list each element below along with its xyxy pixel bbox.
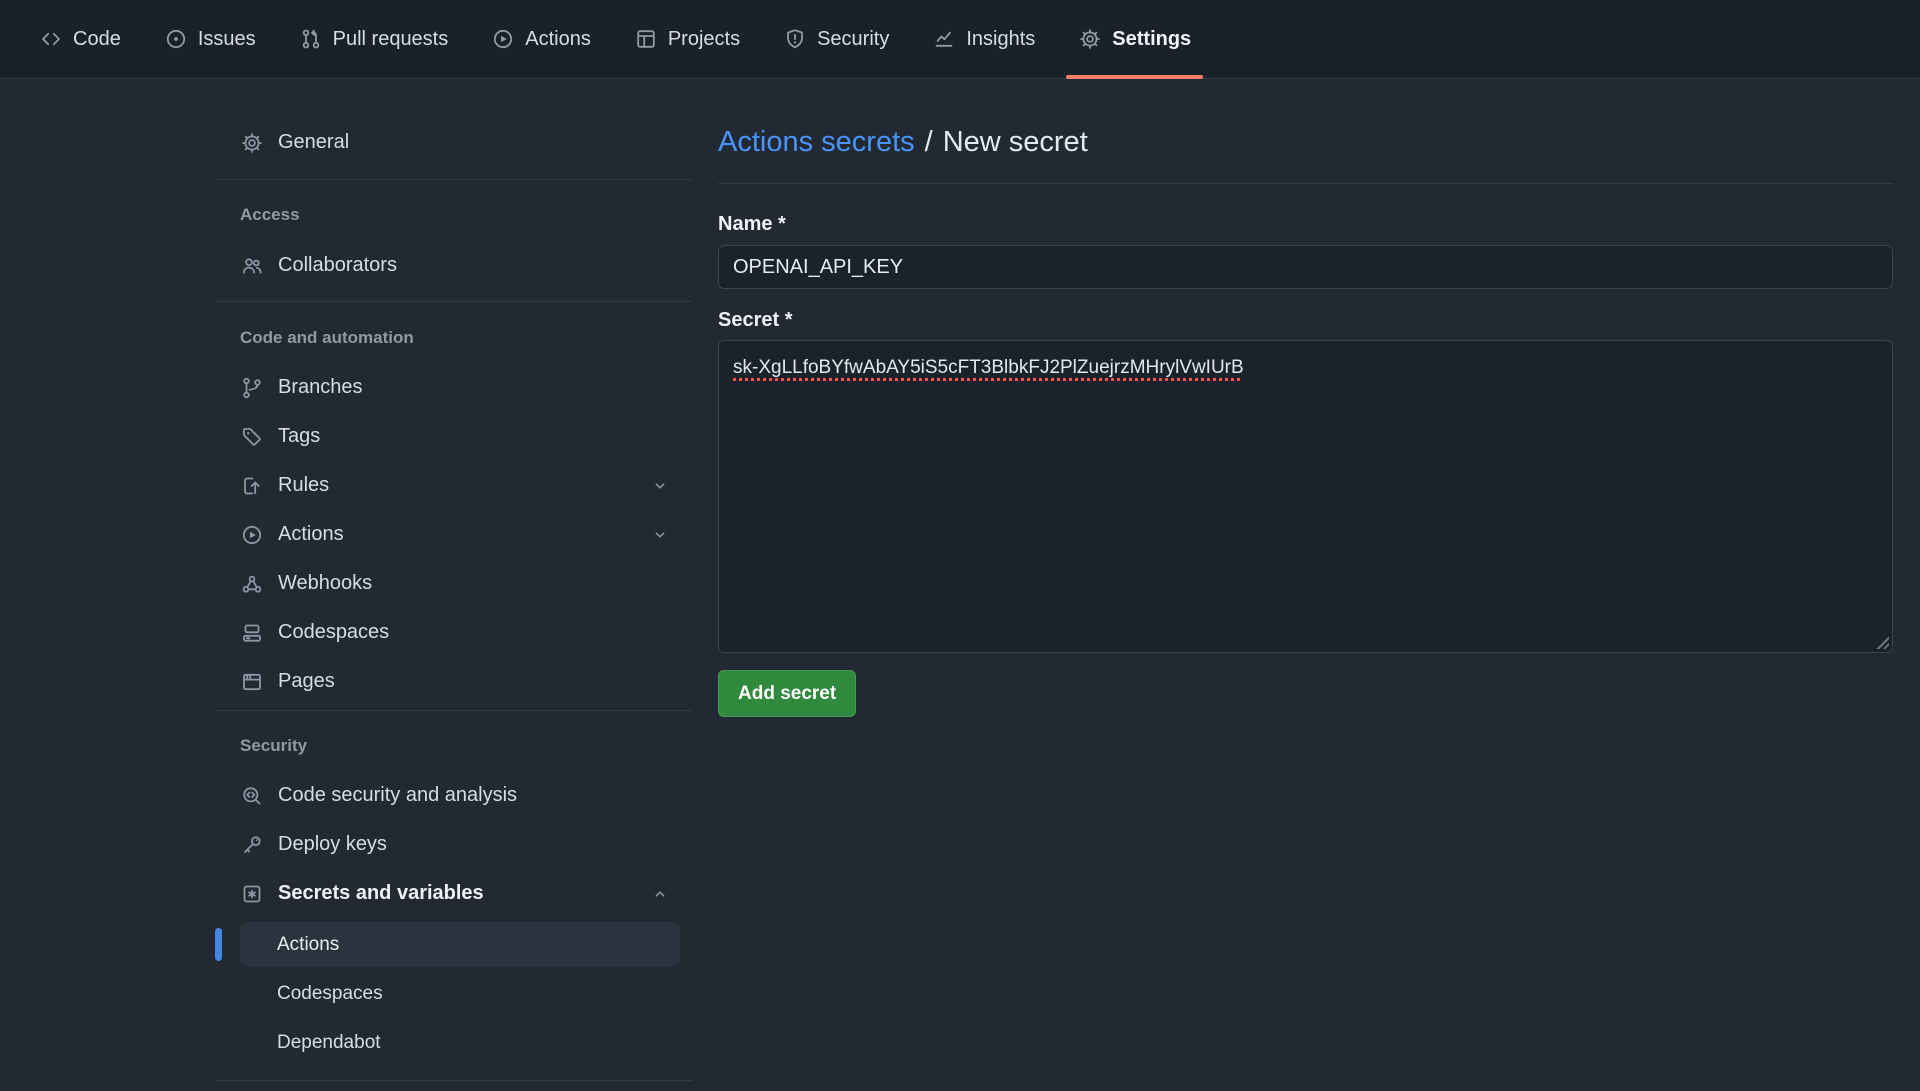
sidebar-section-access: Access: [215, 205, 692, 225]
asterisk-box-icon: [240, 882, 264, 906]
secret-name-input[interactable]: [718, 245, 1893, 289]
sidebar-item-label: Actions: [277, 934, 339, 956]
chevron-up-icon: [650, 884, 670, 904]
sidebar-item-tags[interactable]: Tags: [215, 416, 692, 457]
sidebar-item-label: Deploy keys: [278, 833, 387, 856]
resize-handle[interactable]: [1874, 634, 1889, 649]
tab-projects[interactable]: Projects: [622, 0, 752, 78]
sidebar-divider: [215, 710, 692, 711]
issue-opened-icon: [164, 27, 188, 51]
sidebar-item-label: Branches: [278, 376, 363, 399]
sidebar-item-collaborators[interactable]: Collaborators: [215, 245, 692, 286]
sidebar-divider: [215, 1080, 692, 1081]
sidebar-item-label: Tags: [278, 425, 320, 448]
tab-pull-requests[interactable]: Pull requests: [287, 0, 461, 78]
sidebar-item-label: General: [278, 131, 349, 154]
sidebar-item-rules[interactable]: Rules: [215, 465, 692, 506]
key-icon: [240, 833, 264, 857]
sidebar-item-label: Secrets and variables: [278, 882, 636, 905]
secret-value-textarea[interactable]: sk-XgLLfoBYfwAbAY5iS5cFT3BlbkFJ2PlZuejrz…: [718, 340, 1893, 653]
tab-label: Settings: [1112, 28, 1191, 51]
tab-issues[interactable]: Issues: [152, 0, 268, 78]
page-title-current: New secret: [943, 126, 1088, 158]
code-scan-icon: [240, 784, 264, 808]
sidebar-item-label: Webhooks: [278, 572, 372, 595]
actions-secrets-link[interactable]: Actions secrets: [718, 126, 915, 158]
sidebar-divider: [215, 301, 692, 302]
sidebar-item-code-security[interactable]: Code security and analysis: [215, 775, 692, 816]
people-icon: [240, 254, 264, 278]
gear-icon: [1078, 27, 1102, 51]
tab-label: Projects: [668, 28, 740, 51]
rules-icon: [240, 474, 264, 498]
sidebar-section-security: Security: [215, 736, 692, 756]
play-icon: [240, 523, 264, 547]
title-divider: [718, 183, 1893, 184]
sidebar-item-deploy-keys[interactable]: Deploy keys: [215, 824, 692, 865]
tab-label: Code: [73, 28, 121, 51]
sidebar-item-webhooks[interactable]: Webhooks: [215, 563, 692, 604]
codespaces-icon: [240, 621, 264, 645]
sidebar-item-actions[interactable]: Actions: [215, 514, 692, 555]
tab-label: Issues: [198, 28, 256, 51]
git-pull-request-icon: [299, 27, 323, 51]
sidebar-item-label: Actions: [278, 523, 636, 546]
sidebar-subitem-codespaces[interactable]: Codespaces: [240, 971, 680, 1016]
sidebar-item-label: Pages: [278, 670, 335, 693]
tab-insights[interactable]: Insights: [920, 0, 1047, 78]
tab-security[interactable]: Security: [771, 0, 901, 78]
repo-tab-nav: Code Issues Pull requests Actions Projec…: [0, 0, 1920, 79]
browser-icon: [240, 670, 264, 694]
sidebar-section-code-automation: Code and automation: [215, 328, 692, 348]
play-icon: [491, 27, 515, 51]
git-branch-icon: [240, 376, 264, 400]
chevron-down-icon: [650, 525, 670, 545]
name-label: Name *: [718, 213, 1893, 236]
code-icon: [39, 27, 63, 51]
tab-label: Actions: [525, 28, 591, 51]
add-secret-button[interactable]: Add secret: [718, 670, 856, 717]
sidebar-item-pages[interactable]: Pages: [215, 661, 692, 702]
sidebar-item-label: Code security and analysis: [278, 784, 517, 807]
sidebar-item-codespaces[interactable]: Codespaces: [215, 612, 692, 653]
settings-sidebar: General Access Collaborators Code and au…: [215, 79, 692, 1081]
graph-icon: [932, 27, 956, 51]
sidebar-subitem-actions[interactable]: Actions: [240, 922, 680, 967]
webhook-icon: [240, 572, 264, 596]
tab-settings[interactable]: Settings: [1066, 0, 1203, 78]
tab-label: Pull requests: [333, 28, 449, 51]
sidebar-item-label: Rules: [278, 474, 636, 497]
tab-label: Security: [817, 28, 889, 51]
tab-code[interactable]: Code: [27, 0, 133, 78]
sidebar-item-branches[interactable]: Branches: [215, 367, 692, 408]
sidebar-item-label: Collaborators: [278, 254, 397, 277]
new-secret-panel: Actions secrets / New secret Name * Secret…: [718, 79, 1893, 717]
tab-actions[interactable]: Actions: [479, 0, 603, 78]
secret-label: Secret *: [718, 309, 1893, 332]
shield-icon: [783, 27, 807, 51]
tab-label: Insights: [966, 28, 1035, 51]
sidebar-subitem-dependabot[interactable]: Dependabot: [240, 1020, 680, 1065]
sidebar-item-label: Codespaces: [278, 621, 389, 644]
secret-value-text: sk-XgLLfoBYfwAbAY5iS5cFT3BlbkFJ2PlZuejrz…: [733, 357, 1244, 378]
sidebar-divider: [215, 179, 692, 180]
sidebar-item-label: Dependabot: [277, 1032, 381, 1054]
breadcrumb-separator: /: [925, 126, 933, 158]
gear-icon: [240, 131, 264, 155]
tag-icon: [240, 425, 264, 449]
page-title: Actions secrets / New secret: [718, 122, 1893, 162]
chevron-down-icon: [650, 476, 670, 496]
sidebar-item-label: Codespaces: [277, 983, 383, 1005]
sidebar-item-general[interactable]: General: [215, 122, 692, 163]
table-icon: [634, 27, 658, 51]
sidebar-item-secrets-variables[interactable]: Secrets and variables: [215, 873, 692, 914]
